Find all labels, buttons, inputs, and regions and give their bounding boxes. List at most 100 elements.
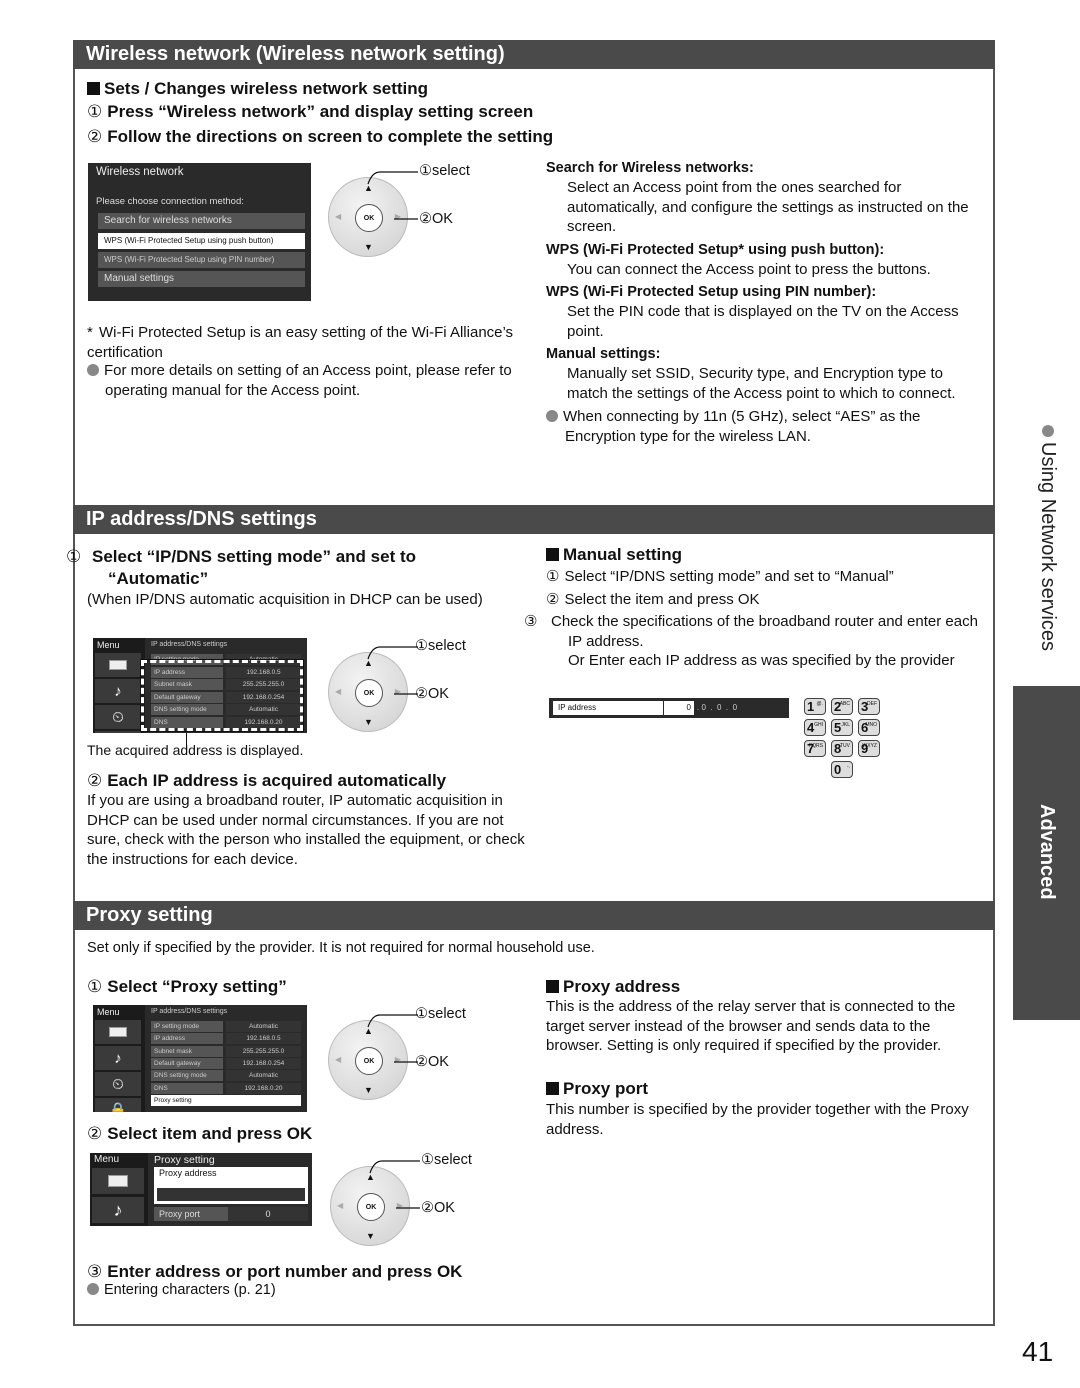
proxy-port-text: This number is specified by the provider… — [546, 1101, 969, 1138]
menu-timer-icon[interactable]: ⏲ — [95, 705, 141, 729]
section-title: Wireless network (Wireless network setti… — [86, 43, 505, 65]
proxy-select-screen: Menu ♪ ⏲ 🔒 IP address/DNS settings IP se… — [93, 1005, 307, 1112]
ipdns-step-1: ① Select “IP/DNS setting mode” and set to… — [66, 547, 417, 588]
ipdns-row[interactable]: DNS 192.168.0.20 — [151, 1082, 301, 1094]
proxy-intro: Set only if specified by the provider. I… — [87, 940, 595, 956]
ipdns-row[interactable]: IP setting mode Automatic — [151, 1021, 301, 1032]
row-value: 255.255.255.0 — [226, 1045, 301, 1057]
section-title: Proxy setting — [86, 904, 213, 926]
menu-sidebar: Menu ♪ ⏲ 🔒 — [93, 638, 145, 733]
manual-step-2: ② Select the item and press OK — [546, 590, 760, 608]
menu-sound-icon[interactable]: ♪ — [92, 1197, 144, 1223]
callout-lines — [369, 1160, 420, 1209]
screen-title: Wireless network — [96, 166, 184, 178]
menu-lock-icon[interactable]: 🔒 — [95, 731, 141, 733]
row-value: 192.168.0.254 — [226, 1057, 301, 1069]
option-manual-settings[interactable]: Manual settings — [98, 271, 305, 287]
keypad-key-1[interactable]: 1 @. — [804, 698, 826, 715]
proxy-port-value[interactable]: 0 — [228, 1207, 308, 1221]
numeric-keypad: 1 @. 2 ABC 3 DEF 4 GHI 5 JKL 6 MNO 7 PQRS 8 TUV 9 WXYZ 0 -. — [804, 698, 880, 778]
menu-timer-icon[interactable]: ⏲ — [95, 1072, 141, 1096]
left-arrow-icon: ◀ — [337, 1201, 344, 1210]
proxy-address-input[interactable] — [157, 1188, 305, 1201]
screen-title: Proxy setting — [154, 1154, 215, 1166]
wireless-heading: Sets / Changes wireless network setting — [87, 78, 428, 100]
menu-picture-icon[interactable] — [95, 1020, 141, 1044]
menu-lock-icon[interactable]: 🔒 — [95, 1098, 141, 1112]
row-value: Automatic — [226, 1021, 301, 1032]
keypad-key-7[interactable]: 7 PQRS — [804, 740, 826, 757]
proxy-address-heading: Proxy address — [546, 976, 680, 998]
square-bullet-icon — [546, 1082, 559, 1095]
keypad-key-0[interactable]: 0 -. — [831, 761, 853, 778]
ipdns-step-2: ② Each IP address is acquired automatical… — [87, 771, 447, 790]
proxy-port-row[interactable]: Proxy port 0 — [154, 1207, 308, 1221]
desc-term: Search for Wireless networks: — [546, 160, 754, 176]
section-title: IP address/DNS settings — [86, 508, 317, 530]
ip-octets-rest[interactable]: . 0 . 0 . 0 — [697, 701, 737, 715]
ip-octet-input[interactable]: 0 — [664, 701, 694, 715]
row-key: IP address — [151, 1033, 223, 1045]
desc-text: Manually set SSID, Security type, and En… — [567, 365, 956, 402]
keypad-key-6[interactable]: 6 MNO — [858, 719, 880, 736]
menu-sound-icon[interactable]: ♪ — [95, 679, 141, 703]
keypad-key-9[interactable]: 9 WXYZ — [858, 740, 880, 757]
proxy-address-field[interactable]: Proxy address — [154, 1167, 308, 1204]
manual-step-3-extra: Or Enter each IP address as was specifie… — [568, 652, 955, 669]
option-search-networks[interactable]: Search for wireless networks — [98, 213, 305, 229]
proxy-port-label: Proxy port — [159, 1209, 201, 1219]
section-header-ipdns: IP address/DNS settings — [73, 505, 995, 534]
manual-steps: ① Select “IP/DNS setting mode” and set to… — [524, 567, 986, 671]
ipdns-step-1-note: (When IP/DNS automatic acquisition in DH… — [87, 591, 483, 608]
wireless-step-1: ① Press “Wireless network” and display se… — [87, 102, 534, 121]
ipdns-row[interactable]: Subnet mask 255.255.255.0 — [151, 1045, 301, 1057]
down-arrow-icon: ▼ — [366, 1231, 375, 1241]
menu-picture-icon[interactable] — [92, 1168, 144, 1194]
screen-prompt: Please choose connection method: — [96, 196, 244, 207]
option-wps-push[interactable]: WPS (Wi-Fi Protected Setup using push bu… — [98, 233, 305, 249]
select-label: ①select — [415, 638, 466, 654]
circled-two-icon: ② — [87, 771, 103, 790]
ipdns-step-2-text: If you are using a broadband router, IP … — [87, 792, 525, 868]
wps-footnote: * Wi-Fi Protected Setup is an easy settin… — [87, 324, 514, 361]
circled-two-icon: ② — [87, 127, 103, 146]
row-key: Subnet mask — [151, 1045, 223, 1057]
proxy-step-3-note: Entering characters (p. 21) — [87, 1281, 276, 1301]
circled-two-icon: ② — [87, 1124, 103, 1143]
keypad-key-5[interactable]: 5 JKL — [831, 719, 853, 736]
down-arrow-icon: ▼ — [364, 1085, 373, 1095]
ipdns-row[interactable]: Default gateway 192.168.0.254 — [151, 1057, 301, 1069]
desc-text: Select an Access point from the ones sea… — [567, 179, 969, 235]
row-key: IP setting mode — [151, 1021, 223, 1032]
keypad-key-8[interactable]: 8 TUV — [831, 740, 853, 757]
ip-field-label: IP address — [553, 701, 663, 715]
proxy-address-label: Proxy address — [159, 1168, 217, 1178]
row-value: 192.168.0.20 — [226, 1082, 301, 1094]
desc-text: Set the PIN code that is displayed on th… — [567, 303, 959, 340]
screen-title: IP address/DNS settings — [151, 1008, 228, 1015]
side-tab-label: Advanced — [1036, 804, 1058, 900]
menu-sidebar: Menu ♪ — [90, 1153, 148, 1226]
down-arrow-icon: ▼ — [364, 242, 373, 252]
ip-address-field: IP address 0 . 0 . 0 . 0 — [549, 698, 789, 718]
menu-sound-icon[interactable]: ♪ — [95, 1046, 141, 1070]
row-key: DNS setting mode — [151, 1070, 223, 1082]
menu-picture-icon[interactable] — [95, 653, 141, 677]
callout-lines — [367, 1014, 418, 1063]
down-arrow-icon: ▼ — [364, 717, 373, 727]
entering-characters-link[interactable]: Entering characters (p. 21) — [104, 1282, 276, 1298]
row-value: 192.168.0.5 — [226, 1033, 301, 1045]
keypad-key-2[interactable]: 2 ABC — [831, 698, 853, 715]
row-key: Default gateway — [151, 1057, 223, 1069]
keypad-key-4[interactable]: 4 GHI — [804, 719, 826, 736]
ipdns-row[interactable]: DNS setting mode Automatic — [151, 1070, 301, 1082]
proxy-setting-screen: Menu ♪ Proxy setting Proxy address Proxy… — [90, 1153, 312, 1226]
circled-one-icon: ① — [87, 102, 103, 121]
proxy-setting-row[interactable]: Proxy setting — [151, 1095, 301, 1106]
wireless-descriptions: Search for Wireless networks: Select an … — [546, 159, 986, 446]
ok-label: ②OK — [419, 211, 453, 227]
keypad-key-3[interactable]: 3 DEF — [858, 698, 880, 715]
proxy-port-heading: Proxy port — [546, 1078, 648, 1100]
option-wps-pin[interactable]: WPS (Wi-Fi Protected Setup using PIN num… — [98, 252, 305, 268]
ipdns-row[interactable]: IP address 192.168.0.5 — [151, 1033, 301, 1045]
